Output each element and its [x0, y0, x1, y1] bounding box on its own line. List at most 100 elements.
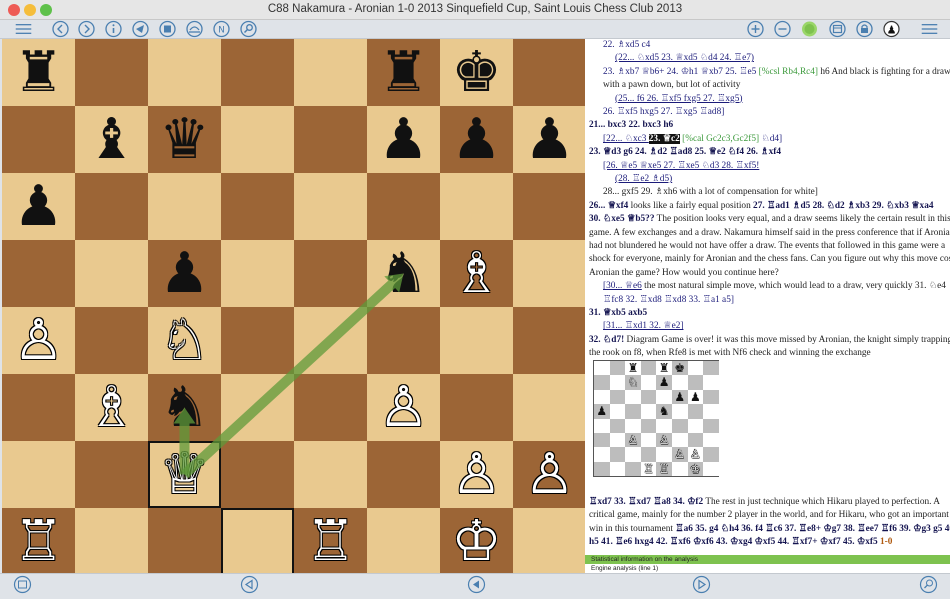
black-piece-a8[interactable]: ♜ [2, 39, 75, 106]
square-f1[interactable] [367, 508, 440, 575]
info-icon[interactable] [104, 20, 123, 38]
pawn-icon[interactable]: ♟ [882, 20, 901, 38]
notation-line[interactable]: 23. ♕d3 g6 24. ♗d2 ♖ad8 25. ♕e2 ♘f4 26. … [589, 146, 781, 159]
square-h6[interactable] [513, 173, 586, 240]
black-piece-c3[interactable]: ♞ [148, 374, 221, 441]
forward-icon[interactable] [77, 20, 96, 38]
white-piece-b3[interactable]: ♗ [75, 374, 148, 441]
black-piece-c7[interactable]: ♛ [148, 106, 221, 173]
notation-line[interactable]: 21... bxc3 22. bxc3 h6 [589, 119, 673, 132]
square-e4[interactable] [294, 307, 367, 374]
white-piece-a1[interactable]: ♖ [2, 508, 75, 575]
square-b6[interactable] [75, 173, 148, 240]
black-piece-h7[interactable]: ♟ [513, 106, 586, 173]
square-e5[interactable] [294, 240, 367, 307]
black-piece-b7[interactable]: ♝ [75, 106, 148, 173]
notation-line[interactable]: 26. ♖xf5 hxg5 27. ♖xg5 ♖ad8] [603, 106, 724, 119]
notation-line[interactable]: (22... ♘xd5 23. ♕xd5 ♘d4 24. ♖e7) [615, 52, 754, 65]
square-b8[interactable] [75, 39, 148, 106]
play-icon[interactable] [692, 575, 711, 594]
db-icon[interactable] [13, 575, 32, 594]
notation-line[interactable]: (25... f6 26. ♖xf5 fxg5 27. ♖xg5) [615, 93, 742, 106]
square-b4[interactable] [75, 307, 148, 374]
notation-line[interactable]: game. A few exchanges and a draw. Nakamu… [589, 227, 950, 240]
white-piece-f3[interactable]: ♙ [367, 374, 440, 441]
square-c6[interactable] [148, 173, 221, 240]
notation-line[interactable]: 28... gxf5 29. ♗xh6 with a lot of compen… [603, 186, 818, 199]
white-piece-c4[interactable]: ♘ [148, 307, 221, 374]
n-icon[interactable]: N [212, 20, 231, 38]
plus-icon[interactable] [746, 20, 765, 38]
square-e7[interactable] [294, 106, 367, 173]
notation-line[interactable]: h5 41. ♖e6 hxg4 42. ♖xf6 ♔xf6 43. ♔xg4 ♔… [589, 536, 892, 549]
square-h5[interactable] [513, 240, 586, 307]
square-d4[interactable] [221, 307, 294, 374]
white-piece-c2[interactable]: ♕ [148, 441, 221, 508]
square-d8[interactable] [221, 39, 294, 106]
white-piece-h2[interactable]: ♙ [513, 441, 586, 508]
white-piece-e1[interactable]: ♖ [294, 508, 367, 575]
lock-icon[interactable] [855, 20, 874, 38]
square-h8[interactable] [513, 39, 586, 106]
square-e3[interactable] [294, 374, 367, 441]
notation-line[interactable]: ♖xd7 33. ♖xd7 ♖a8 34. ♔f2 The rest in ju… [589, 496, 940, 509]
square-a5[interactable] [2, 240, 75, 307]
flip-icon[interactable] [185, 20, 204, 38]
notation-line[interactable]: [26. ♕e5 ♕xe5 27. ♖xe5 ♘d3 28. ♖xf5! [603, 160, 759, 173]
notation-line[interactable]: (28. ♖e2 ♗d5) [615, 173, 672, 186]
square-f2[interactable] [367, 441, 440, 508]
minus-icon[interactable] [773, 20, 792, 38]
notation-line[interactable]: win in this tournament ♖a6 35. g4 ♘h4 36… [589, 523, 950, 536]
window-icon[interactable] [828, 20, 847, 38]
square-c8[interactable] [148, 39, 221, 106]
black-piece-g8[interactable]: ♚ [440, 39, 513, 106]
notation-line[interactable]: with a pawn down, but lot of activity [603, 79, 740, 92]
notation-line[interactable]: 32. ♘d7! Diagram Game is over! it was th… [589, 334, 950, 347]
square-h4[interactable] [513, 307, 586, 374]
black-piece-g7[interactable]: ♟ [440, 106, 513, 173]
square-g6[interactable] [440, 173, 513, 240]
square-e2[interactable] [294, 441, 367, 508]
menu-icon[interactable] [12, 20, 34, 38]
magnify-icon[interactable] [239, 20, 258, 38]
notation-line[interactable]: ♖fc8 32. ♖xd8 ♖xd8 33. ♖a1 a5] [603, 294, 734, 307]
prev-icon[interactable] [240, 575, 259, 594]
notation-line[interactable]: had not blundered he would not have offe… [589, 240, 945, 253]
square-d7[interactable] [221, 106, 294, 173]
notation-line[interactable]: Aronian the game? How would you continue… [589, 267, 779, 280]
square-d6[interactable] [221, 173, 294, 240]
square-d5[interactable] [221, 240, 294, 307]
black-piece-f8[interactable]: ♜ [367, 39, 440, 106]
black-piece-c5[interactable]: ♟ [148, 240, 221, 307]
notation-panel[interactable]: 22. ♗xd5 c4 (22... ♘xd5 23. ♕xd5 ♘d4 24. … [585, 39, 950, 555]
notation-line[interactable]: 30. ♘xe5 ♕b5?? The position looks very e… [589, 213, 950, 226]
black-piece-f5[interactable]: ♞ [367, 240, 440, 307]
square-d2[interactable] [221, 441, 294, 508]
square-a2[interactable] [2, 441, 75, 508]
square-b5[interactable] [75, 240, 148, 307]
square-e6[interactable] [294, 173, 367, 240]
stop-icon[interactable] [158, 20, 177, 38]
notation-line[interactable]: [22... ♘xc3 23. ♕c2 [%cal Gc2c3,Gc2f5] ♘… [603, 133, 782, 146]
square-d3[interactable] [221, 374, 294, 441]
notation-line[interactable]: critical game, mainly for the number 2 p… [589, 509, 949, 522]
square-g4[interactable] [440, 307, 513, 374]
square-c1[interactable] [148, 508, 221, 575]
statistics-bar[interactable]: Statistical information on the analysis [585, 555, 950, 564]
white-piece-g2[interactable]: ♙ [440, 441, 513, 508]
green-dot-icon[interactable] [800, 20, 819, 38]
white-piece-a4[interactable]: ♙ [2, 307, 75, 374]
square-f4[interactable] [367, 307, 440, 374]
square-g3[interactable] [440, 374, 513, 441]
notation-line[interactable]: 23. ♗xb7 ♕b6+ 24. ♔h1 ♕xb7 25. ♖e5 [%csl… [603, 66, 950, 79]
square-a3[interactable] [2, 374, 75, 441]
first-icon[interactable] [467, 575, 486, 594]
notation-line[interactable]: [30... ♕e6 the most natural simple move,… [603, 280, 946, 293]
chess-board[interactable]: ♜ ♜ ♚ ♝ ♛ ♟ ♟ ♟ ♟ ♟ ♞ ♗ ♙ ♘ ♗ ♞ ♙ ♕ ♙ ♙ ♖ ♖ ♔ [2, 39, 586, 575]
square-a7[interactable] [2, 106, 75, 173]
menu-icon[interactable] [918, 20, 940, 38]
white-piece-g5[interactable]: ♗ [440, 240, 513, 307]
search-icon[interactable] [919, 575, 938, 594]
square-h1[interactable] [513, 508, 586, 575]
notation-line[interactable]: shock for everyone, mainly for Aronian a… [589, 253, 950, 266]
